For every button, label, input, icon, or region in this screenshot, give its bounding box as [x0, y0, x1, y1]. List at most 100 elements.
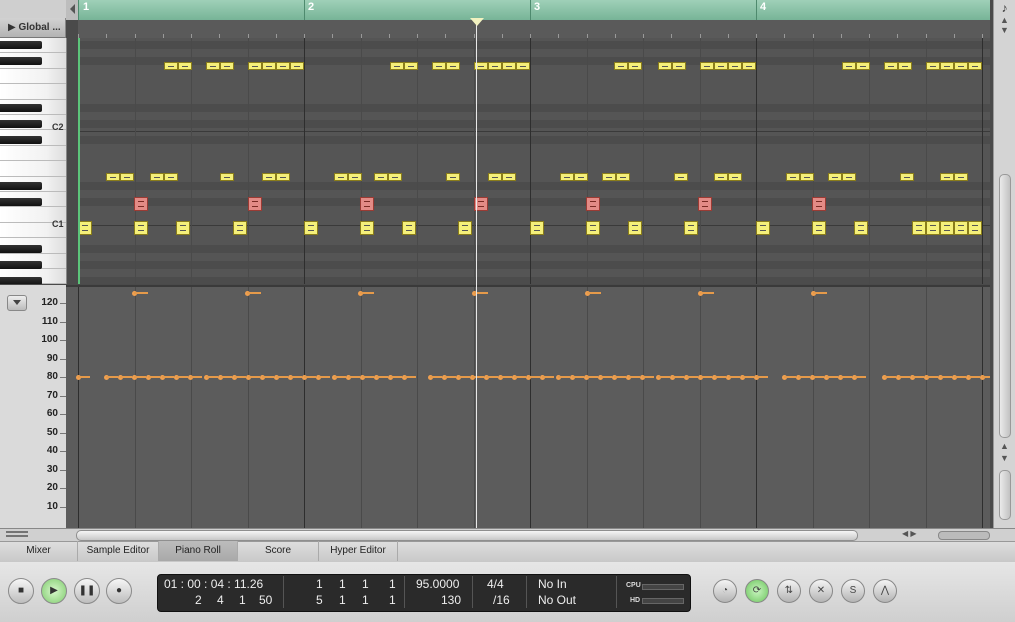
- midi-note[interactable]: [374, 173, 388, 181]
- velocity-bar[interactable]: [714, 376, 726, 378]
- midi-note[interactable]: [262, 62, 276, 70]
- midi-note[interactable]: [134, 221, 148, 235]
- midi-note[interactable]: [714, 173, 728, 181]
- velocity-bar[interactable]: [826, 376, 838, 378]
- velocity-bar[interactable]: [290, 376, 302, 378]
- scroll-arrows-icon[interactable]: ◀ ▶: [902, 529, 932, 540]
- velocity-bar[interactable]: [348, 376, 360, 378]
- selected-note[interactable]: [134, 197, 148, 211]
- black-key[interactable]: [0, 41, 42, 49]
- midi-note[interactable]: [516, 62, 530, 70]
- hyperdraw-toggle-icon[interactable]: [2, 528, 32, 541]
- velocity-bar[interactable]: [926, 376, 938, 378]
- velocity-bar[interactable]: [728, 376, 740, 378]
- midi-note[interactable]: [898, 62, 912, 70]
- velocity-bar[interactable]: [628, 376, 640, 378]
- velocity-bar[interactable]: [558, 376, 570, 378]
- velocity-bar[interactable]: [756, 376, 768, 378]
- midi-note[interactable]: [220, 62, 234, 70]
- tab-score[interactable]: Score: [238, 541, 319, 561]
- midi-note[interactable]: [856, 62, 870, 70]
- horizontal-zoom-slider[interactable]: [938, 531, 990, 540]
- velocity-bar[interactable]: [318, 376, 330, 378]
- velocity-bar[interactable]: [912, 376, 924, 378]
- midi-note[interactable]: [714, 62, 728, 70]
- midi-note[interactable]: [616, 173, 630, 181]
- midi-note[interactable]: [560, 173, 574, 181]
- midi-note[interactable]: [78, 221, 92, 235]
- midi-note[interactable]: [884, 62, 898, 70]
- midi-note[interactable]: [502, 62, 516, 70]
- velocity-bar[interactable]: [404, 376, 416, 378]
- velocity-bar[interactable]: [514, 376, 526, 378]
- playhead-line[interactable]: [476, 20, 477, 528]
- global-tracks-toggle[interactable]: ▶ Global ...: [0, 18, 66, 38]
- midi-note[interactable]: [940, 221, 954, 235]
- velocity-bar[interactable]: [248, 376, 260, 378]
- tab-sample-editor[interactable]: Sample Editor: [78, 541, 159, 561]
- midi-note[interactable]: [628, 221, 642, 235]
- velocity-bar[interactable]: [940, 376, 952, 378]
- velocity-bar[interactable]: [500, 376, 512, 378]
- selected-note[interactable]: [698, 197, 712, 211]
- velocity-bar[interactable]: [262, 376, 274, 378]
- white-key[interactable]: [0, 68, 66, 85]
- midi-note[interactable]: [574, 173, 588, 181]
- midi-note[interactable]: [248, 62, 262, 70]
- velocity-bar[interactable]: [587, 292, 601, 294]
- scroll-down-arrow-icon[interactable]: ▼: [997, 24, 1012, 37]
- midi-note[interactable]: [432, 62, 446, 70]
- midi-note[interactable]: [628, 62, 642, 70]
- midi-note[interactable]: [954, 173, 968, 181]
- midi-note[interactable]: [786, 173, 800, 181]
- midi-note[interactable]: [446, 173, 460, 181]
- velocity-bar[interactable]: [854, 376, 866, 378]
- midi-note[interactable]: [120, 173, 134, 181]
- midi-note[interactable]: [206, 62, 220, 70]
- midi-note[interactable]: [106, 173, 120, 181]
- velocity-bar[interactable]: [672, 376, 684, 378]
- velocity-bar[interactable]: [134, 376, 146, 378]
- velocity-bar[interactable]: [134, 292, 148, 294]
- velocity-bar[interactable]: [472, 376, 484, 378]
- velocity-bar[interactable]: [486, 376, 498, 378]
- velocity-bar[interactable]: [162, 376, 174, 378]
- velocity-bar[interactable]: [700, 292, 714, 294]
- selected-note[interactable]: [812, 197, 826, 211]
- midi-note[interactable]: [602, 173, 616, 181]
- midi-note[interactable]: [812, 221, 826, 235]
- velocity-bar[interactable]: [840, 376, 852, 378]
- midi-note[interactable]: [672, 62, 686, 70]
- zoom-down-arrow-icon[interactable]: ▼: [997, 452, 1012, 465]
- midi-note[interactable]: [828, 173, 842, 181]
- velocity-bar[interactable]: [176, 376, 188, 378]
- midi-note[interactable]: [233, 221, 247, 235]
- midi-note[interactable]: [290, 62, 304, 70]
- midi-note[interactable]: [926, 221, 940, 235]
- midi-note[interactable]: [404, 62, 418, 70]
- midi-note[interactable]: [674, 173, 688, 181]
- vertical-scroll-thumb[interactable]: [999, 174, 1011, 438]
- black-key[interactable]: [0, 245, 42, 253]
- midi-note[interactable]: [968, 62, 982, 70]
- tab-mixer[interactable]: Mixer: [0, 541, 78, 561]
- midi-note[interactable]: [742, 62, 756, 70]
- velocity-bar[interactable]: [884, 376, 896, 378]
- midi-note[interactable]: [912, 221, 926, 235]
- velocity-bar[interactable]: [614, 376, 626, 378]
- midi-note[interactable]: [900, 173, 914, 181]
- midi-note[interactable]: [968, 221, 982, 235]
- velocity-bar[interactable]: [334, 376, 346, 378]
- midi-note[interactable]: [220, 173, 234, 181]
- horizontal-scroll-thumb[interactable]: [76, 530, 858, 541]
- midi-note[interactable]: [348, 173, 362, 181]
- piano-keyboard[interactable]: C2 C1: [0, 38, 67, 284]
- selected-note[interactable]: [248, 197, 262, 211]
- black-key[interactable]: [0, 277, 42, 284]
- velocity-lane[interactable]: [66, 285, 990, 530]
- record-button[interactable]: ●: [106, 578, 132, 604]
- note-grid[interactable]: [78, 38, 990, 284]
- velocity-bar[interactable]: [542, 376, 554, 378]
- velocity-bar[interactable]: [106, 376, 118, 378]
- black-key[interactable]: [0, 198, 42, 206]
